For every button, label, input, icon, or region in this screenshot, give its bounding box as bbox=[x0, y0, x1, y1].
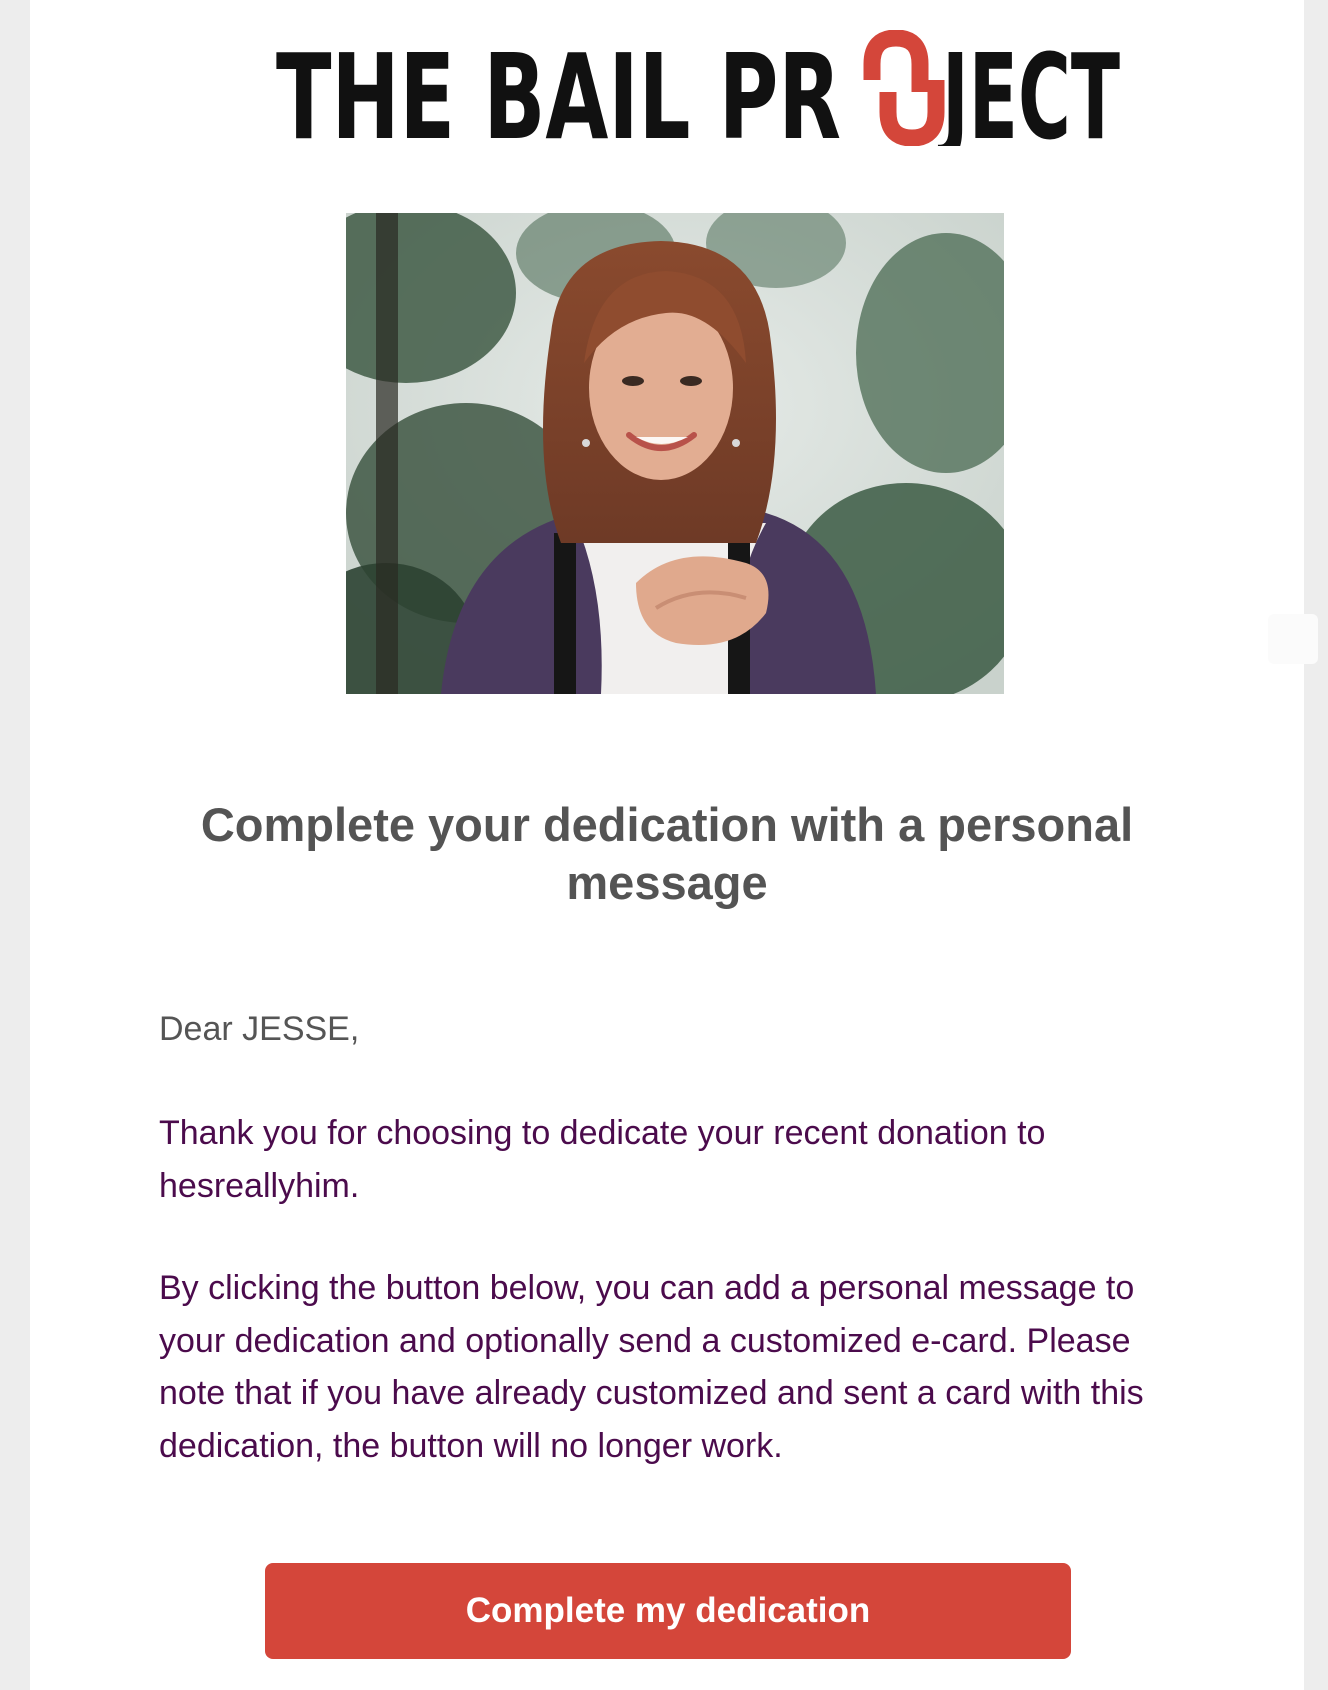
body-paragraph-instructions: By clicking the button below, you can ad… bbox=[159, 1269, 1144, 1465]
hero-photo bbox=[346, 213, 1004, 694]
floating-widget[interactable] bbox=[1268, 614, 1318, 664]
greeting: Dear JESSE, bbox=[159, 1010, 360, 1048]
body-paragraph-thank-you: Thank you for choosing to dedicate your … bbox=[159, 1114, 1046, 1205]
logo-text-right: JECT bbox=[938, 30, 1120, 146]
email-card: THE BAIL PR JECT Complete your dedicatio… bbox=[30, 0, 1318, 1690]
logo-link-icon bbox=[863, 30, 945, 146]
bail-project-logo: THE BAIL PR JECT bbox=[276, 30, 1120, 146]
headline: Complete your dedication with a personal… bbox=[200, 798, 1134, 909]
logo-text-left: THE BAIL PR bbox=[276, 30, 841, 146]
complete-dedication-button[interactable]: Complete my dedication bbox=[265, 1563, 1071, 1659]
